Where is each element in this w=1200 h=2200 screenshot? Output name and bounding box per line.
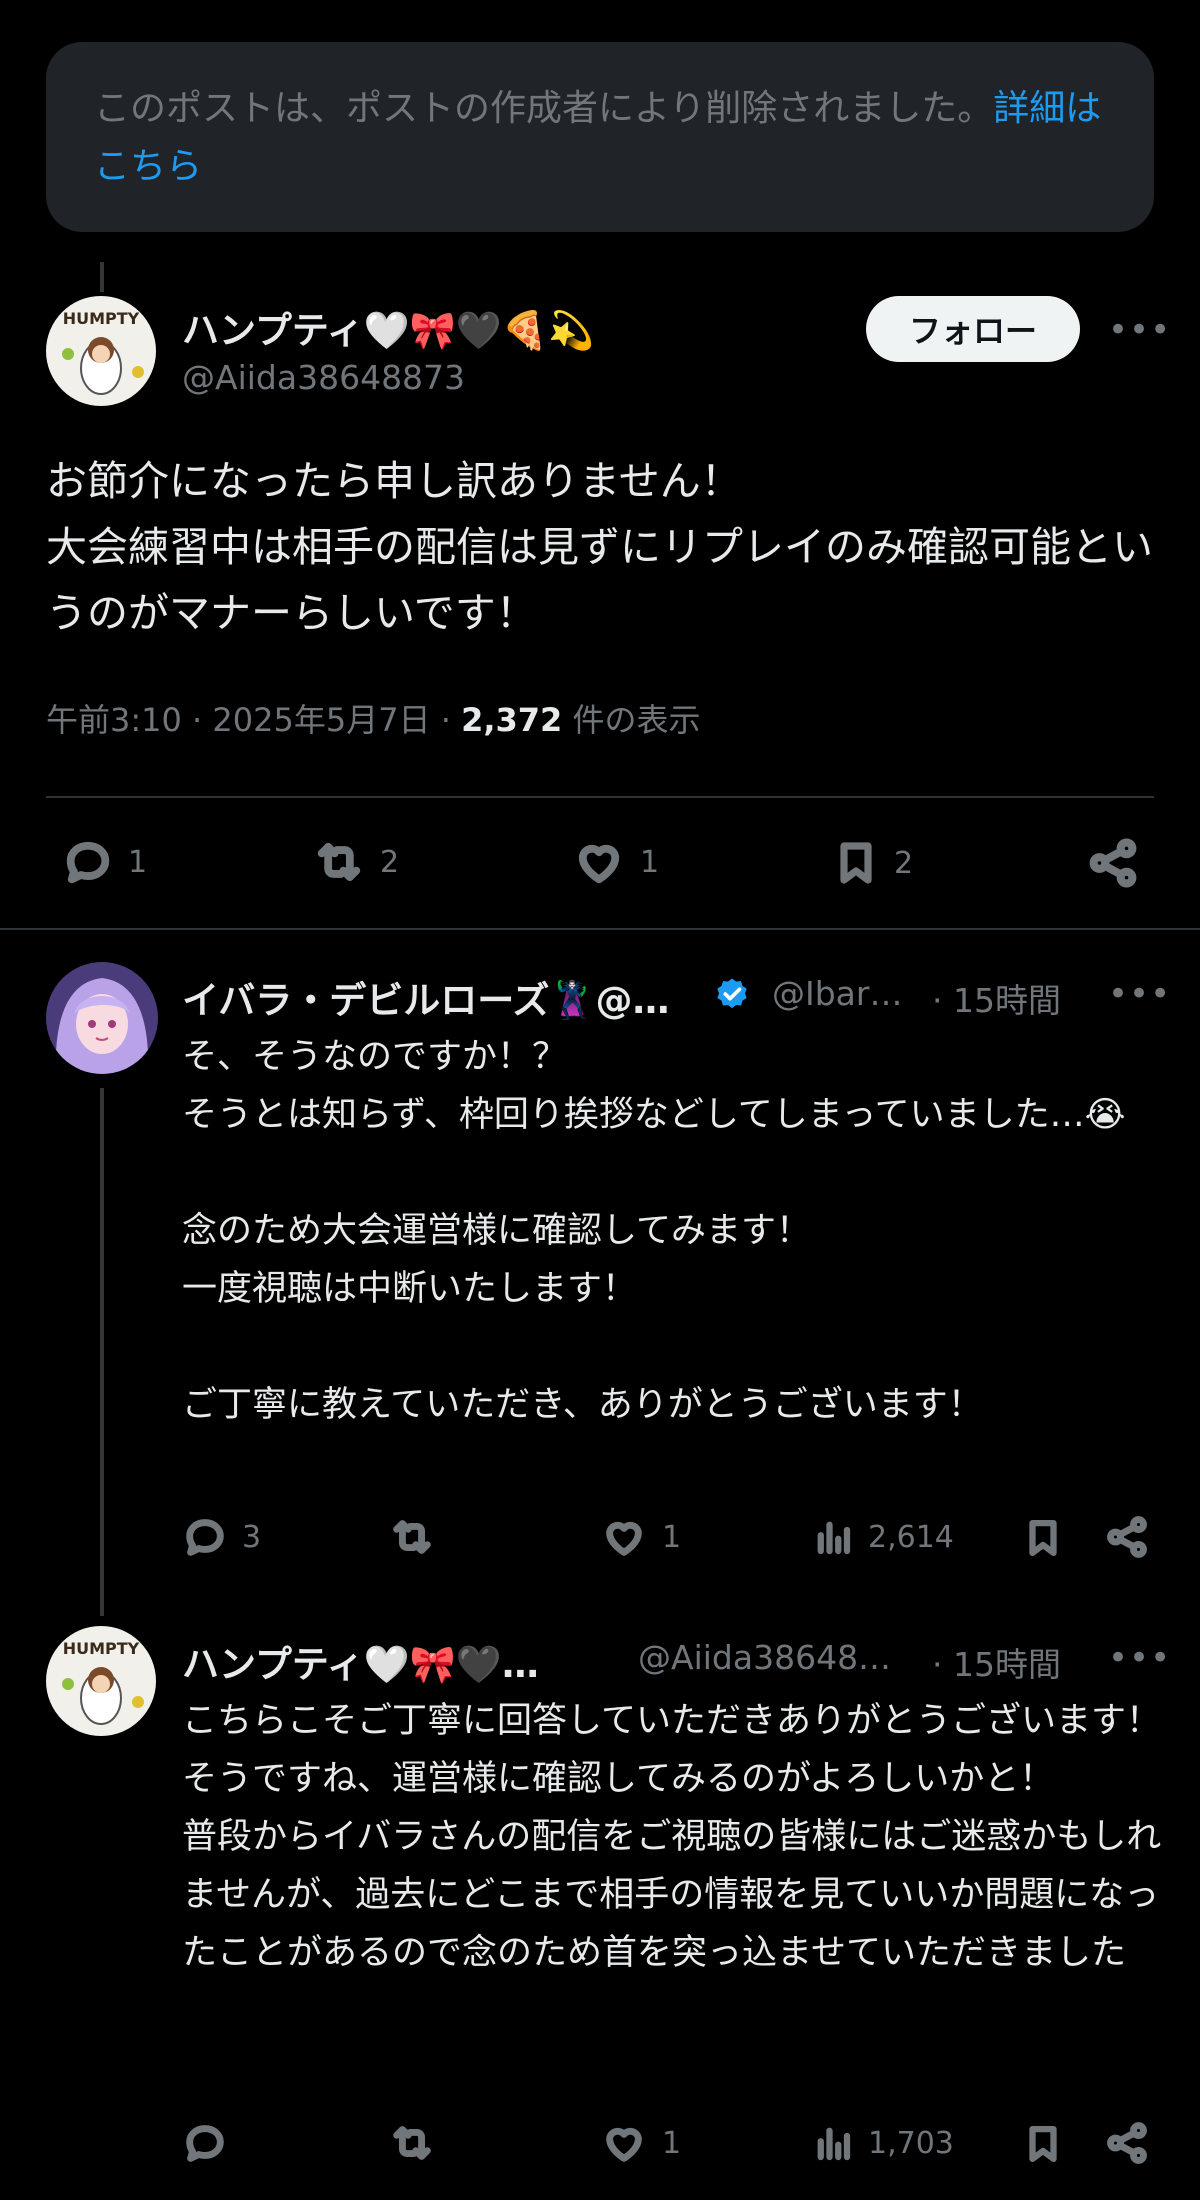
reply-icon (186, 2125, 224, 2162)
post-time: 午前3:10 (46, 701, 182, 739)
handle[interactable]: @Aiida38648873 (182, 358, 465, 397)
bookmark-button[interactable] (1022, 1514, 1064, 1562)
like-count: 1 (640, 844, 660, 880)
like-count: 1 (662, 1519, 682, 1555)
reply-button[interactable]: 3 (182, 1514, 261, 1560)
repost-button[interactable]: 2 (312, 836, 399, 888)
handle[interactable]: @Aiida38648… (638, 1638, 891, 1677)
bookmark-button[interactable]: 2 (832, 836, 913, 890)
avatar-image: HUMPTY (46, 1626, 156, 1736)
display-name[interactable]: ハンプティ🤍🎀🖤… (182, 1634, 539, 1688)
like-count: 1 (662, 2125, 682, 2161)
thread-line (100, 262, 104, 292)
post-text: お節介になったら申し訳ありません！ 大会練習中は相手の配信は見ずにリプレイのみ確… (46, 457, 1153, 637)
avatar-image: HUMPTY (46, 296, 156, 406)
view-count: 2,614 (868, 1519, 954, 1555)
views-button[interactable]: 1,703 (812, 2120, 954, 2166)
like-button[interactable]: 1 (600, 2120, 681, 2166)
timestamp: · 15時間 (932, 981, 1061, 1020)
reply-count: 1 (128, 844, 148, 880)
handle[interactable]: @Ibar… (772, 974, 902, 1013)
share-button[interactable] (1104, 2120, 1150, 2166)
follow-button[interactable]: フォロー (866, 296, 1080, 362)
share-icon (1089, 838, 1137, 888)
repost-count: 2 (380, 844, 400, 880)
display-name[interactable]: ハンプティ🤍🎀🖤🍕💫 (182, 300, 594, 354)
share-button[interactable] (1086, 836, 1140, 890)
repost-icon (317, 842, 361, 882)
like-icon (578, 844, 620, 884)
avatar-image (46, 962, 158, 1074)
svg-text:HUMPTY: HUMPTY (63, 309, 140, 328)
repost-button[interactable] (388, 2120, 450, 2166)
reply-text: そ、そうなのですか！？ そうとは知らず、枠回り挨拶などしてしまっていました…😭 … (182, 1037, 1126, 1425)
bookmark-icon (1029, 1519, 1057, 1557)
view-count: 1,703 (868, 2125, 954, 2161)
more-icon[interactable]: ••• (1108, 310, 1171, 350)
avatar[interactable] (46, 962, 158, 1074)
repost-icon (393, 1520, 431, 1554)
display-name[interactable]: イバラ・デビルローズ🦹‍♂️@… (182, 970, 669, 1024)
bookmark-button[interactable] (1022, 2120, 1064, 2168)
reply-icon (186, 1519, 224, 1556)
share-icon (1107, 2122, 1147, 2164)
bookmark-icon (1029, 2125, 1057, 2163)
like-button[interactable]: 1 (572, 836, 659, 888)
verified-icon (717, 978, 747, 1009)
thread-line (100, 1088, 104, 1616)
divider (0, 928, 1200, 930)
share-button[interactable] (1104, 1514, 1150, 1560)
svg-text:HUMPTY: HUMPTY (63, 1639, 140, 1658)
reply-button[interactable] (182, 2120, 242, 2166)
views-label: 件の表示 (572, 701, 701, 739)
views-icon (817, 1521, 851, 1555)
deleted-post-notice: このポストは、ポストの作成者により削除されました。詳細はこちら (46, 42, 1154, 232)
more-icon[interactable]: ••• (1108, 1638, 1171, 1678)
divider (46, 796, 1154, 798)
deleted-notice-text: このポストは、ポストの作成者により削除されました。 (94, 88, 994, 129)
avatar[interactable]: HUMPTY (46, 296, 156, 406)
bookmark-count: 2 (894, 845, 914, 881)
view-count: 2,372 (461, 701, 563, 739)
avatar[interactable]: HUMPTY (46, 1626, 156, 1736)
post-meta: 午前3:10 · 2025年5月7日 · 2,372 件の表示 (46, 701, 701, 739)
post-date: 2025年5月7日 (212, 701, 431, 739)
repost-icon (393, 2126, 431, 2160)
like-button[interactable]: 1 (600, 1514, 681, 1560)
timestamp: · 15時間 (932, 1645, 1061, 1684)
views-button[interactable]: 2,614 (812, 1514, 954, 1560)
reply-icon (66, 841, 110, 884)
repost-button[interactable] (388, 1514, 450, 1560)
share-icon (1107, 1516, 1147, 1558)
more-icon[interactable]: ••• (1108, 974, 1171, 1014)
reply-button[interactable]: 1 (62, 836, 147, 888)
views-icon (817, 2127, 851, 2161)
like-icon (606, 1521, 642, 1556)
reply-count: 3 (242, 1519, 262, 1555)
like-icon (606, 2127, 642, 2162)
bookmark-icon (840, 842, 872, 884)
reply-text: こちらこそご丁寧に回答していただきありがとうございます！ そうですね、運営様に確… (182, 1701, 1162, 1973)
